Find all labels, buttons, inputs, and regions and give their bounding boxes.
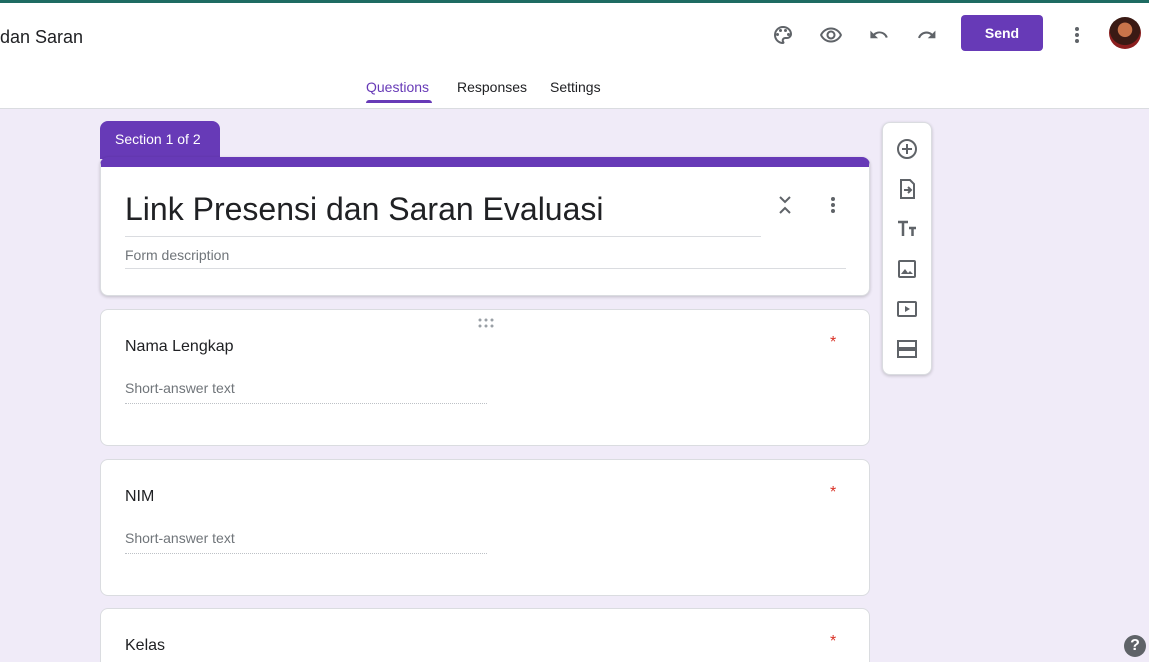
question-label: Kelas xyxy=(125,637,166,654)
form-title-card[interactable]: Link Presensi dan Saran Evaluasi Form de… xyxy=(100,157,870,296)
question-label: Nama Lengkap xyxy=(125,338,234,355)
tab-settings[interactable]: Settings xyxy=(550,79,601,95)
active-tab-indicator xyxy=(366,100,432,103)
drag-handle-icon[interactable] xyxy=(477,316,495,328)
required-mark: * xyxy=(830,334,837,351)
add-title-icon[interactable] xyxy=(895,217,919,241)
required-mark: * xyxy=(830,484,837,501)
collapse-section-icon[interactable] xyxy=(773,193,797,217)
short-answer-field: Short-answer text xyxy=(125,530,487,554)
help-icon[interactable]: ? xyxy=(1124,635,1146,657)
add-video-icon[interactable] xyxy=(895,297,919,321)
redo-icon[interactable] xyxy=(909,17,945,53)
import-questions-icon[interactable] xyxy=(895,177,919,201)
section-label: Section 1 of 2 xyxy=(100,121,220,159)
more-vert-icon[interactable] xyxy=(1059,17,1095,53)
question-card[interactable]: Nama Lengkap * Short-answer text xyxy=(100,309,870,446)
form-tabs: Questions Responses Settings xyxy=(0,79,1149,103)
undo-icon[interactable] xyxy=(861,17,897,53)
tab-questions[interactable]: Questions xyxy=(366,79,429,95)
section-more-icon[interactable] xyxy=(821,193,845,217)
short-answer-field: Short-answer text xyxy=(125,380,487,404)
required-mark: * xyxy=(830,633,837,650)
floating-toolbar xyxy=(882,122,932,375)
form-description-field[interactable]: Form description xyxy=(125,247,846,269)
palette-icon[interactable] xyxy=(765,17,801,53)
form-title[interactable]: Link Presensi dan Saran Evaluasi xyxy=(125,191,761,237)
question-label: NIM xyxy=(125,488,155,505)
avatar[interactable] xyxy=(1109,17,1141,49)
question-card[interactable]: Kelas * xyxy=(100,608,870,662)
send-button[interactable]: Send xyxy=(961,15,1043,51)
tab-responses[interactable]: Responses xyxy=(457,79,527,95)
preview-eye-icon[interactable] xyxy=(813,17,849,53)
question-card[interactable]: NIM * Short-answer text xyxy=(100,459,870,596)
document-title[interactable]: dan Saran xyxy=(0,27,83,48)
add-section-icon[interactable] xyxy=(895,337,919,361)
add-question-icon[interactable] xyxy=(895,137,919,161)
add-image-icon[interactable] xyxy=(895,257,919,281)
